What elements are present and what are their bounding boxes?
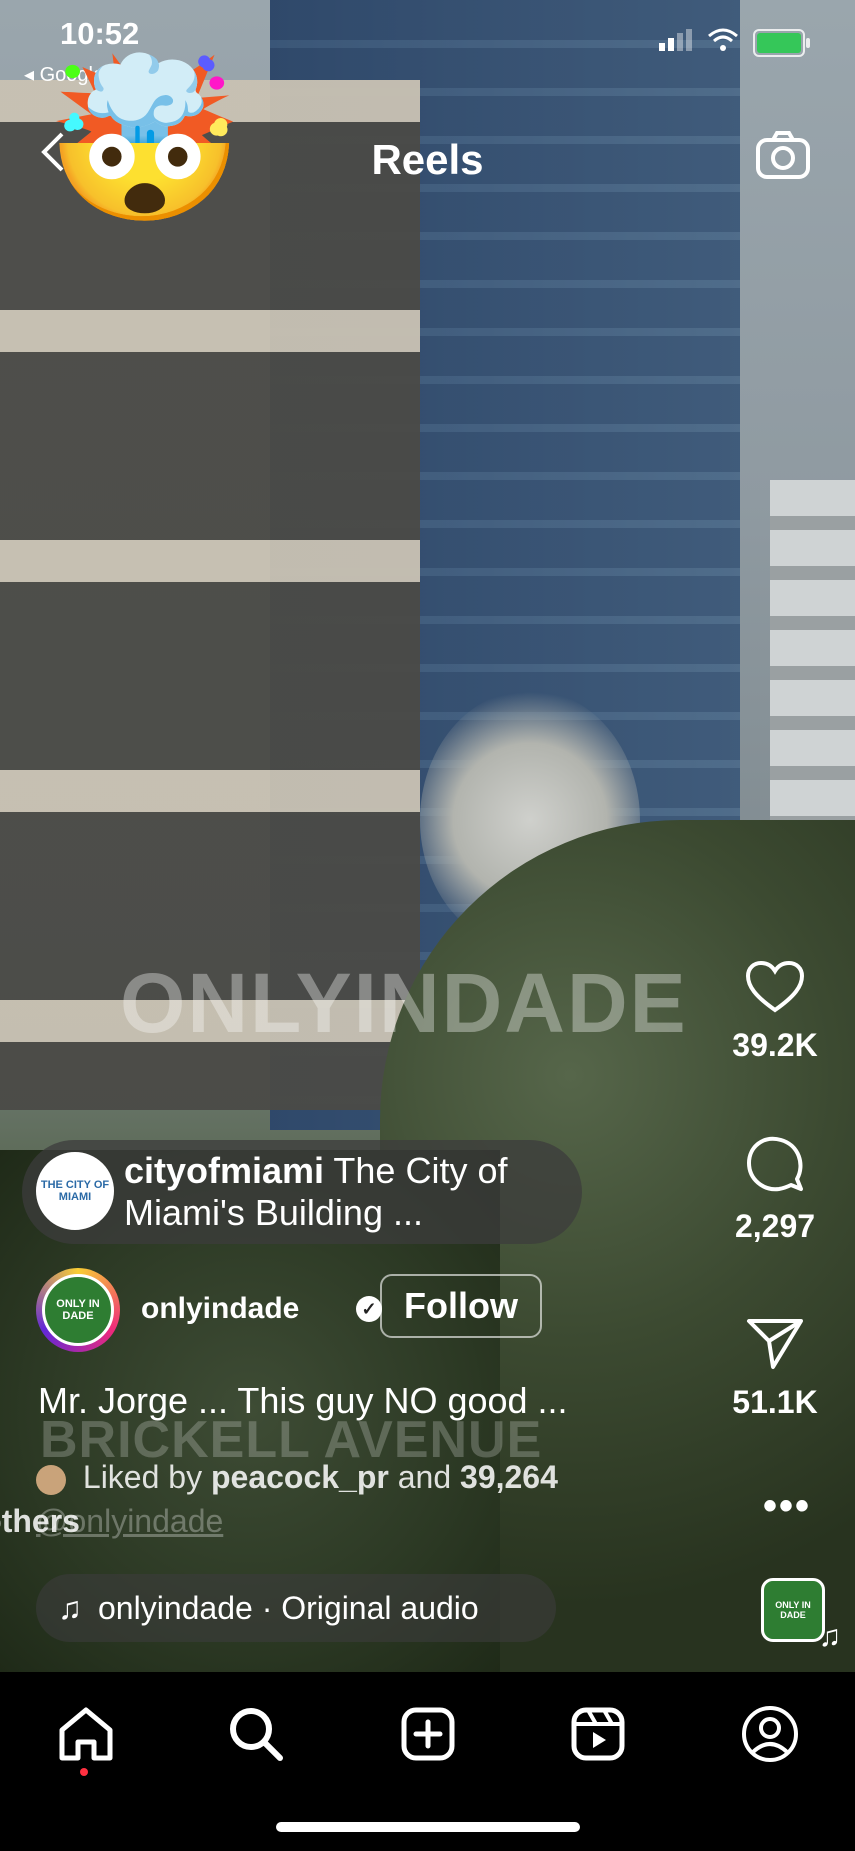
home-icon[interactable] bbox=[54, 1702, 118, 1766]
audio-thumbnail[interactable]: ONLY IN DADE bbox=[761, 1578, 825, 1642]
liked-by-row[interactable]: Liked by peacock_pr and 39,264 @onlyinda… bbox=[0, 1455, 656, 1543]
music-note-icon: ♫ bbox=[58, 1590, 82, 1626]
status-icons bbox=[659, 28, 810, 57]
avatar[interactable]: ONLY IN DADE bbox=[36, 1268, 120, 1352]
home-indicator[interactable] bbox=[276, 1822, 580, 1832]
caption-text: cityofmiami The City of Miami's Building… bbox=[124, 1150, 584, 1234]
liked-by-user[interactable]: peacock_pr bbox=[211, 1459, 389, 1495]
camera-icon[interactable] bbox=[755, 130, 811, 185]
liked-by-count: 39,264 bbox=[460, 1459, 558, 1495]
share-count: 51.1K bbox=[732, 1384, 818, 1420]
page-title: Reels bbox=[371, 136, 484, 183]
comment-count: 2,297 bbox=[734, 1208, 816, 1244]
author-username[interactable]: onlyindade bbox=[141, 1292, 299, 1326]
reels-screen: ONLYINDADE BRICKELL AVENUE 10:52 ◂ Googl… bbox=[0, 0, 855, 1851]
create-icon[interactable] bbox=[396, 1702, 460, 1766]
liker-avatar bbox=[36, 1464, 66, 1495]
signal-icon bbox=[659, 29, 693, 56]
reel-description[interactable]: Mr. Jorge ... This guy NO good ... bbox=[38, 1380, 568, 1422]
follow-button[interactable]: Follow bbox=[380, 1274, 542, 1338]
collab-caption-pill[interactable]: THE CITY OF MIAMI cityofmiami The City o… bbox=[22, 1140, 582, 1244]
wifi-icon bbox=[707, 28, 739, 57]
liked-by-prefix: Liked by bbox=[82, 1459, 203, 1495]
comment-icon bbox=[745, 1136, 805, 1199]
status-time: 10:52 bbox=[60, 16, 140, 51]
like-count: 39.2K bbox=[732, 1027, 818, 1063]
comment-button[interactable]: 2,297 bbox=[715, 1135, 835, 1245]
profile-icon[interactable] bbox=[738, 1702, 802, 1766]
avatar-logo: ONLY IN DADE bbox=[42, 1274, 114, 1346]
more-options-icon[interactable]: ••• bbox=[763, 1484, 811, 1529]
liked-by-middle: and bbox=[397, 1459, 452, 1495]
share-button[interactable]: 51.1K bbox=[715, 1317, 835, 1421]
audio-pill[interactable]: ♫ onlyindade · Original audio bbox=[36, 1574, 556, 1642]
verified-badge-icon: ✓ bbox=[356, 1296, 382, 1322]
music-note-icon: ♫ bbox=[818, 1620, 842, 1653]
city-seal-logo: THE CITY OF MIAMI bbox=[36, 1152, 114, 1230]
watermark: ONLYINDADE bbox=[120, 956, 688, 1050]
battery-icon bbox=[753, 28, 810, 57]
like-button[interactable]: 39.2K bbox=[715, 960, 835, 1064]
author-row: ONLY IN DADE onlyindade ✓ Follow bbox=[36, 1268, 636, 1352]
search-icon[interactable] bbox=[224, 1702, 288, 1766]
send-icon bbox=[745, 1319, 805, 1375]
caption-account[interactable]: cityofmiami bbox=[124, 1150, 324, 1191]
reels-icon[interactable] bbox=[566, 1702, 630, 1766]
audio-label: onlyindade · Original audio bbox=[98, 1590, 479, 1626]
liked-by-suffix: others bbox=[0, 1503, 80, 1539]
notification-dot bbox=[80, 1768, 88, 1776]
heart-icon bbox=[745, 960, 805, 1018]
